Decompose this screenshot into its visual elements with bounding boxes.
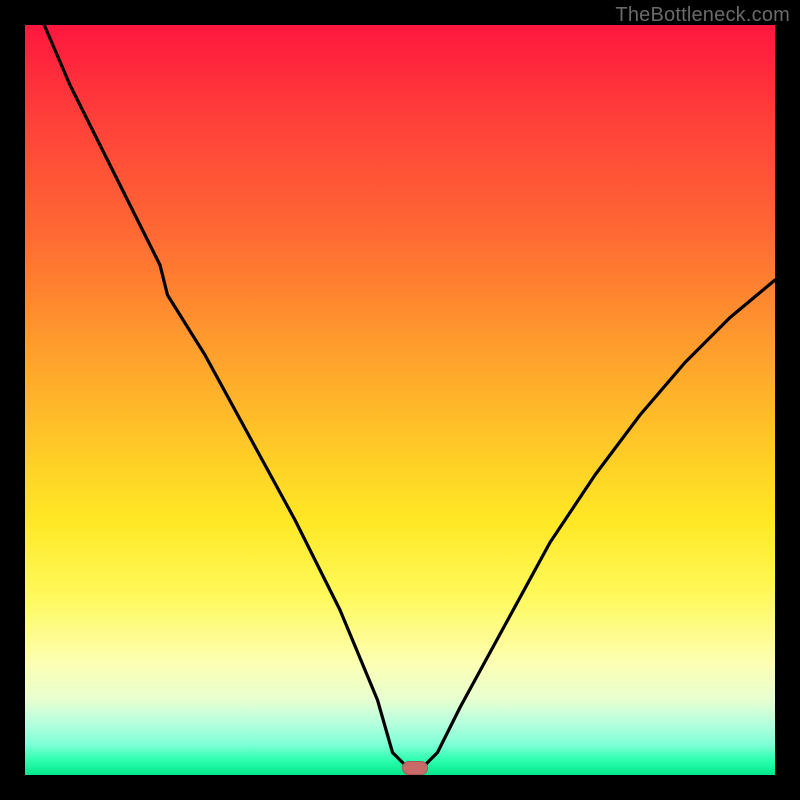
chart-frame: TheBottleneck.com — [0, 0, 800, 800]
bottleneck-curve — [25, 25, 775, 775]
plot-area — [25, 25, 775, 775]
optimal-marker — [402, 761, 428, 775]
watermark-text: TheBottleneck.com — [615, 4, 790, 27]
